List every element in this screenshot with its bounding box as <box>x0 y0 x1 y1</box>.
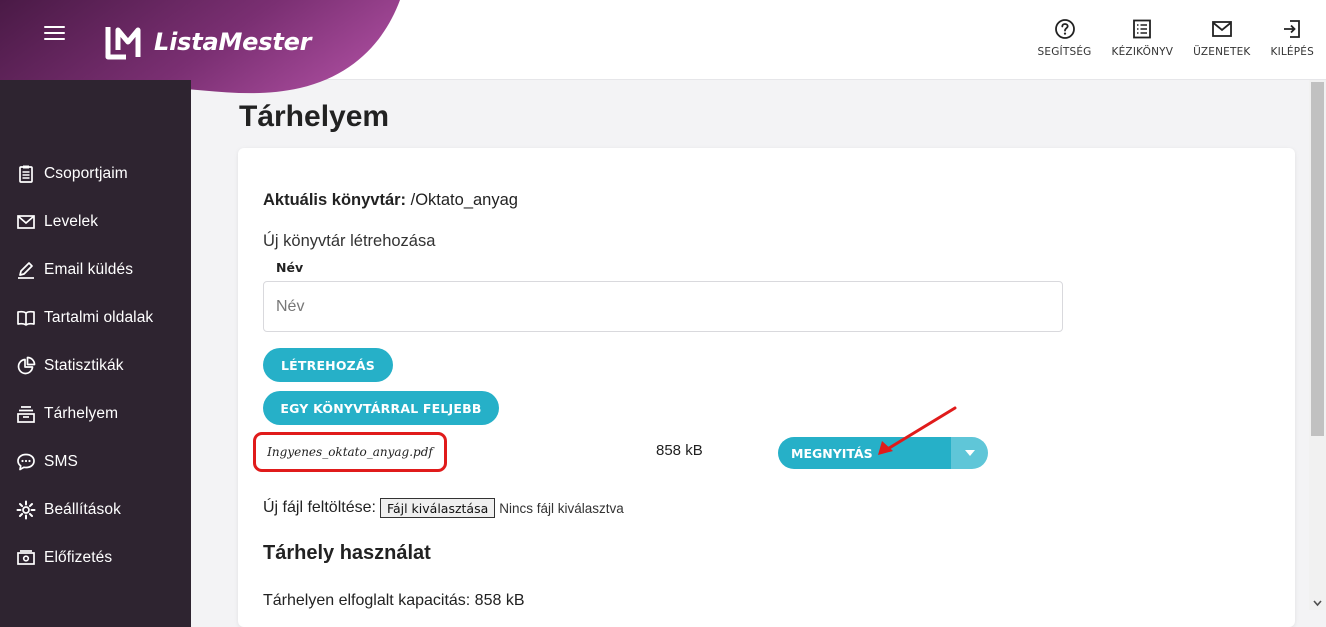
upload-row: Új fájl feltöltése: Fájl kiválasztása Ni… <box>263 498 624 518</box>
book-icon <box>17 310 35 326</box>
sidebar-item-label: Beállítások <box>44 501 121 518</box>
logout-icon <box>1284 20 1301 38</box>
choose-file-button[interactable]: Fájl kiválasztása <box>379 498 496 518</box>
new-directory-heading: Új könyvtár létrehozása <box>263 232 436 250</box>
sidebar-item-storage[interactable]: Tárhelyem <box>0 390 191 438</box>
gear-icon <box>16 500 36 520</box>
sidebar-item-label: Levelek <box>44 213 99 230</box>
logout-button[interactable]: KILÉPÉS <box>1271 18 1315 58</box>
create-directory-button[interactable]: LÉTREHOZÁS <box>263 348 393 382</box>
sidebar-item-label: Csoportjaim <box>44 165 128 182</box>
top-bar: ListaMester SEGÍTSÉG KÉZIKÖNYV ÜZENETEK … <box>0 0 1326 114</box>
file-size: 858 kB <box>656 442 703 459</box>
sidebar-item-label: Előfizetés <box>44 549 113 566</box>
brand-name: ListaMester <box>154 28 312 56</box>
file-name-link[interactable]: Ingyenes_oktato_anyag.pdf <box>253 432 447 472</box>
sidebar: Csoportjaim Levelek Email küldés Tartalm… <box>0 80 191 627</box>
file-name: Ingyenes_oktato_anyag.pdf <box>267 445 433 459</box>
manual-label: KÉZIKÖNYV <box>1111 46 1174 58</box>
sidebar-item-label: SMS <box>44 453 78 470</box>
sidebar-item-letters[interactable]: Levelek <box>0 198 191 246</box>
name-field-label: Név <box>276 260 304 275</box>
help-icon <box>1054 19 1075 39</box>
pencil-icon <box>18 262 34 279</box>
current-directory: Aktuális könyvtár: /Oktato_anyag <box>263 191 518 210</box>
used-capacity-text: Tárhelyen elfoglalt kapacitás: 858 kB <box>263 592 525 609</box>
storage-usage-heading: Tárhely használat <box>263 542 431 564</box>
current-directory-label: Aktuális könyvtár: <box>263 191 407 209</box>
sidebar-item-statistics[interactable]: Statisztikák <box>0 342 191 390</box>
sidebar-item-send-email[interactable]: Email küldés <box>0 246 191 294</box>
help-label: SEGÍTSÉG <box>1037 46 1092 58</box>
scroll-down-arrow-icon[interactable] <box>1312 598 1323 608</box>
page-scrollbar[interactable] <box>1309 80 1326 610</box>
sidebar-item-label: Email küldés <box>44 261 134 278</box>
help-button[interactable]: SEGÍTSÉG <box>1038 18 1092 58</box>
sidebar-item-sms[interactable]: SMS <box>0 438 191 486</box>
manual-icon <box>1133 19 1152 39</box>
sidebar-item-label: Tartalmi oldalak <box>44 309 154 326</box>
messages-button[interactable]: ÜZENETEK <box>1193 18 1250 58</box>
red-arrow-annotation <box>878 406 957 455</box>
clipboard-icon <box>19 165 33 183</box>
header-actions: SEGÍTSÉG KÉZIKÖNYV ÜZENETEK KILÉPÉS <box>1018 18 1314 58</box>
sidebar-item-label: Statisztikák <box>44 357 124 374</box>
storage-icon <box>17 406 35 423</box>
page-title: Tárhelyem <box>239 100 390 133</box>
subscription-icon <box>17 550 35 565</box>
logo-mark-icon <box>105 27 141 60</box>
sidebar-item-content-pages[interactable]: Tartalmi oldalak <box>0 294 191 342</box>
directory-name-input[interactable] <box>263 281 1063 332</box>
upload-label: Új fájl feltöltése: <box>263 499 376 516</box>
sidebar-item-subscription[interactable]: Előfizetés <box>0 534 191 582</box>
hamburger-icon[interactable] <box>44 26 65 44</box>
pie-chart-icon <box>17 356 36 375</box>
sidebar-menu: Csoportjaim Levelek Email küldés Tartalm… <box>0 150 191 582</box>
mail-icon <box>1211 21 1232 37</box>
chat-icon <box>17 453 35 471</box>
manual-button[interactable]: KÉZIKÖNYV <box>1112 18 1174 58</box>
logo[interactable]: ListaMester <box>104 24 312 60</box>
scrollbar-thumb[interactable] <box>1311 82 1324 436</box>
storage-card: Aktuális könyvtár: /Oktato_anyag Új köny… <box>238 148 1295 627</box>
sidebar-item-settings[interactable]: Beállítások <box>0 486 191 534</box>
sidebar-item-label: Tárhelyem <box>44 405 119 422</box>
sidebar-item-groups[interactable]: Csoportjaim <box>0 150 191 198</box>
logout-label: KILÉPÉS <box>1270 46 1314 58</box>
current-directory-value: /Oktato_anyag <box>406 191 518 209</box>
no-file-selected-text: Nincs fájl kiválasztva <box>499 500 624 516</box>
envelope-icon <box>17 215 35 229</box>
messages-label: ÜZENETEK <box>1193 46 1251 58</box>
parent-directory-button[interactable]: EGY KÖNYVTÁRRAL FELJEBB <box>263 391 499 425</box>
